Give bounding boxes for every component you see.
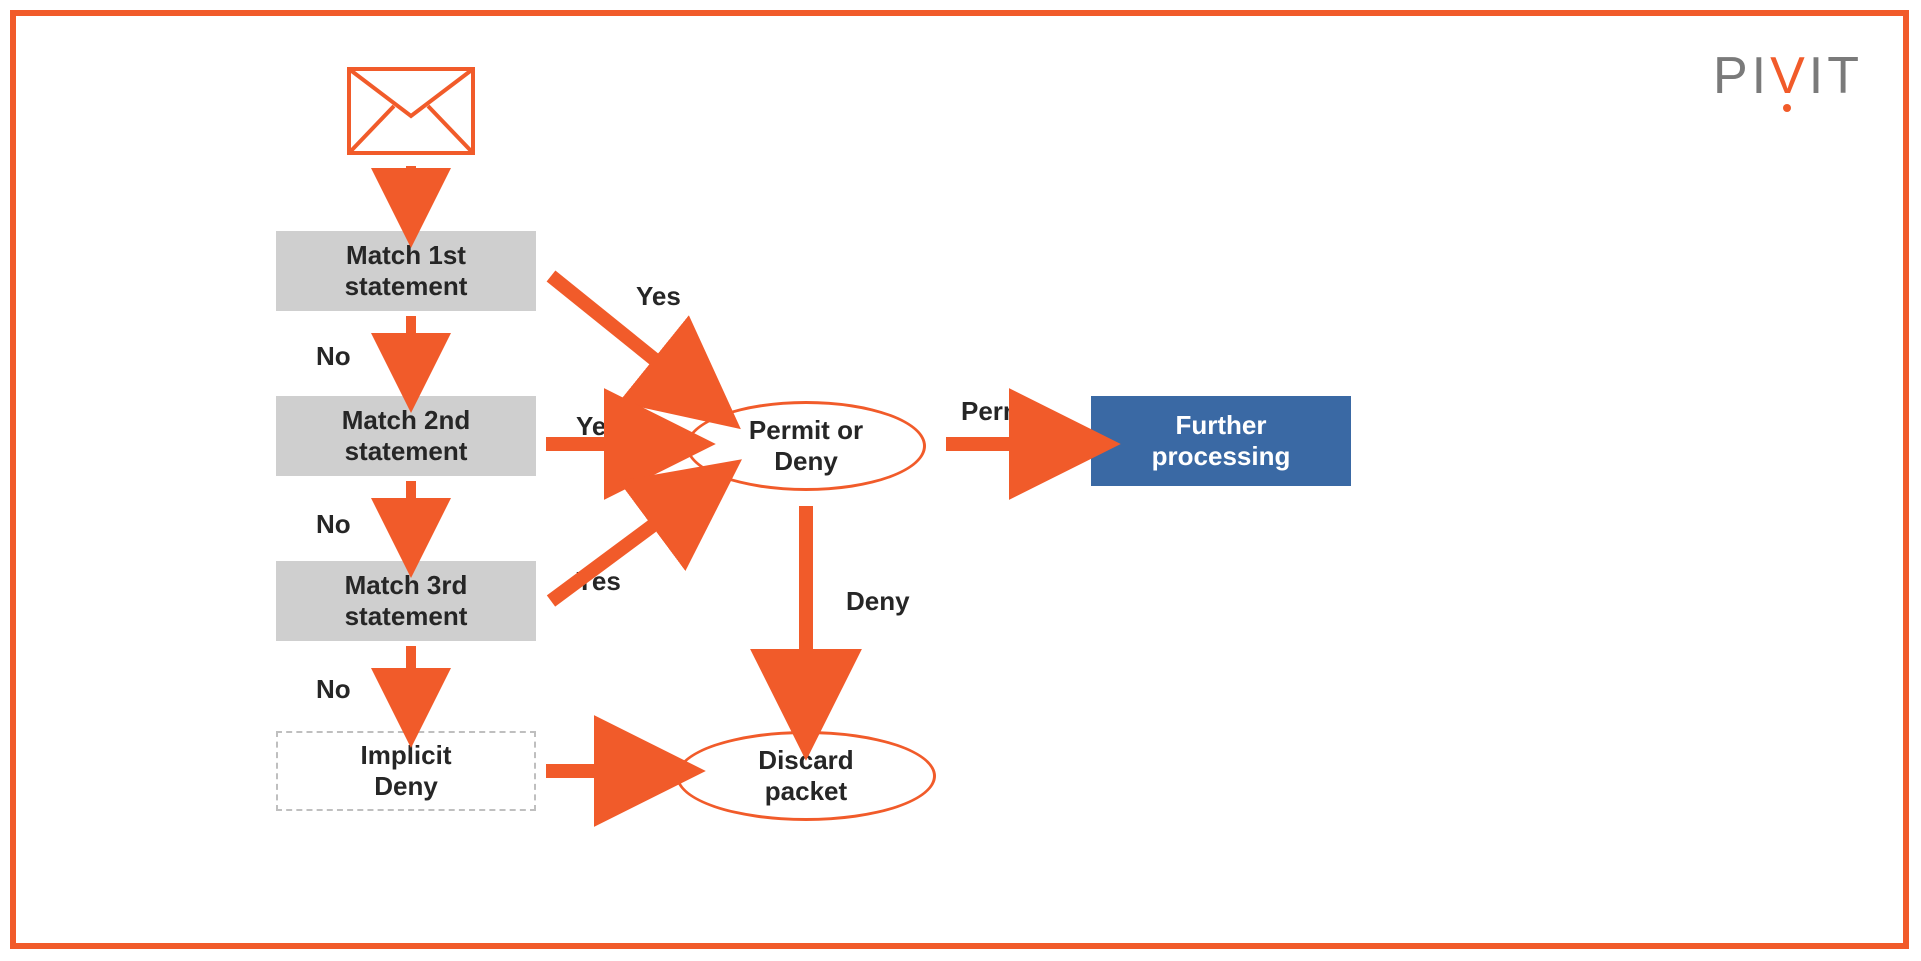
node-implicit-deny: ImplicitDeny <box>276 731 536 811</box>
node-match-3rd: Match 3rdstatement <box>276 561 536 641</box>
logo-letter-t: T <box>1827 46 1863 106</box>
label-yes-1: Yes <box>636 281 681 312</box>
node-further-processing: Furtherprocessing <box>1091 396 1351 486</box>
brand-logo: P I V I T <box>1713 46 1863 106</box>
arrows-layer <box>16 16 1915 955</box>
label-yes-2: Yes <box>576 411 621 442</box>
logo-letter-v: V <box>1770 47 1809 105</box>
logo-dot-icon <box>1783 104 1791 112</box>
label-no-3: No <box>316 674 351 705</box>
node-permit-or-deny-label: Permit orDeny <box>749 415 863 477</box>
node-match-2nd-label: Match 2ndstatement <box>342 405 471 467</box>
logo-letter-v-wrap: V <box>1770 46 1809 106</box>
node-further-processing-label: Furtherprocessing <box>1152 410 1291 472</box>
logo-letter-i2: I <box>1809 46 1827 106</box>
node-discard-packet: Discardpacket <box>676 731 936 821</box>
label-permit: Permit <box>961 396 1042 427</box>
label-yes-3: Yes <box>576 566 621 597</box>
node-match-3rd-label: Match 3rdstatement <box>345 570 468 632</box>
arrow-match1-yes <box>551 276 706 401</box>
envelope-icon <box>346 66 476 156</box>
diagram-canvas: P I V I T Match 1ststatement Match 2ndst… <box>16 16 1903 943</box>
label-deny: Deny <box>846 586 910 617</box>
node-match-1st-label: Match 1ststatement <box>345 240 468 302</box>
node-permit-or-deny: Permit orDeny <box>686 401 926 491</box>
node-match-1st: Match 1ststatement <box>276 231 536 311</box>
node-match-2nd: Match 2ndstatement <box>276 396 536 476</box>
label-no-1: No <box>316 341 351 372</box>
label-no-2: No <box>316 509 351 540</box>
node-discard-packet-label: Discardpacket <box>758 745 853 807</box>
diagram-frame: P I V I T Match 1ststatement Match 2ndst… <box>10 10 1909 949</box>
arrow-match3-yes <box>551 486 706 601</box>
logo-letter-p: P <box>1713 46 1752 106</box>
logo-letter-i1: I <box>1752 46 1770 106</box>
node-implicit-deny-label: ImplicitDeny <box>360 740 451 802</box>
